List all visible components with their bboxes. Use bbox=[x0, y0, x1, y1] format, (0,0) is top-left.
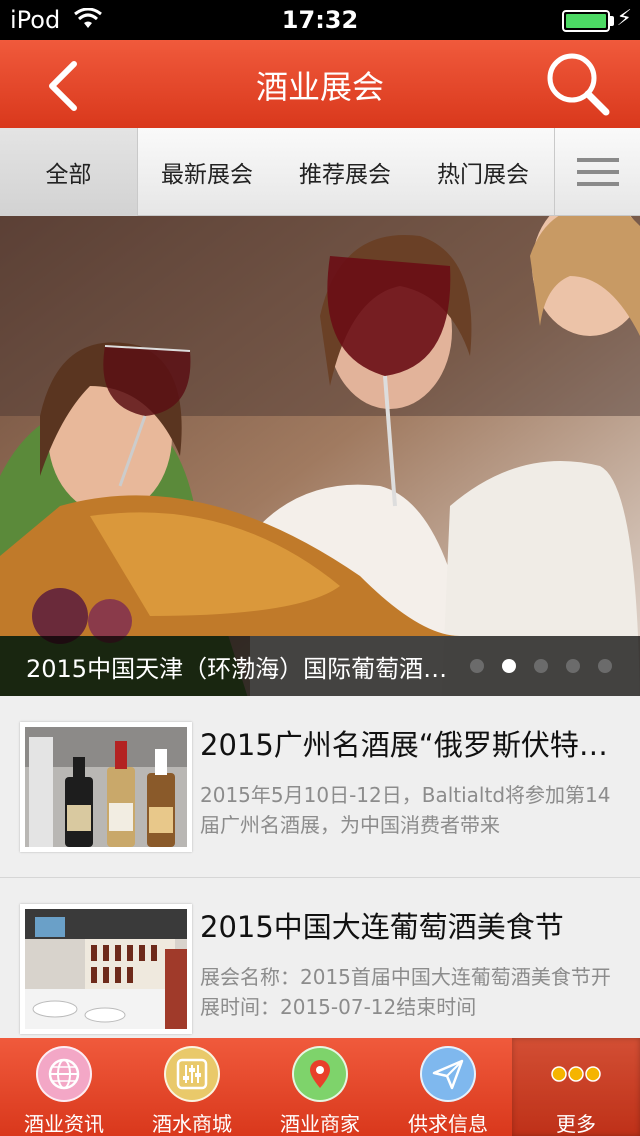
item-description: 展会名称：2015首届中国大连葡萄酒美食节开展时间：2015-07-12结束时间 bbox=[200, 965, 611, 1019]
tabbar-supply[interactable]: 供求信息 bbox=[384, 1038, 512, 1136]
charging-icon: ⚡ bbox=[616, 6, 632, 31]
carousel-dot[interactable] bbox=[598, 659, 612, 673]
tab-hot[interactable]: 热门展会 bbox=[414, 128, 552, 216]
item-title: 2015广州名酒展“俄罗斯伏特加” bbox=[200, 728, 620, 762]
exhibition-hall-icon bbox=[25, 909, 187, 1029]
sliders-icon bbox=[164, 1046, 220, 1102]
tabbar-label: 更多 bbox=[556, 1112, 596, 1136]
tabbar-label: 供求信息 bbox=[408, 1112, 488, 1136]
status-bar: iPod 17:32 ⚡ bbox=[0, 0, 640, 40]
banner-caption[interactable]: 2015中国天津（环渤海）国际葡萄酒博览会 bbox=[26, 649, 456, 684]
tabbar-merchants[interactable]: 酒业商家 bbox=[256, 1038, 384, 1136]
item-thumbnail bbox=[20, 722, 192, 852]
banner-caption-bar: 2015中国天津（环渤海）国际葡萄酒博览会 bbox=[0, 636, 640, 696]
tabbar-shop[interactable]: 酒水商城 bbox=[128, 1038, 256, 1136]
item-title: 2015中国大连葡萄酒美食节 bbox=[200, 910, 564, 944]
tab-all[interactable]: 全部 bbox=[0, 128, 138, 216]
tabbar-label: 酒业商家 bbox=[280, 1112, 360, 1136]
battery-icon bbox=[562, 10, 610, 32]
carousel-dot[interactable] bbox=[470, 659, 484, 673]
banner-carousel[interactable]: 2015中国天津（环渤海）国际葡萄酒博览会 bbox=[0, 216, 640, 696]
tabbar-more[interactable]: 更多 bbox=[512, 1038, 640, 1136]
bottom-tab-bar: 酒业资讯 酒水商城 酒业商家 供求信息 更多 bbox=[0, 1038, 640, 1136]
tabbar-label: 酒业资讯 bbox=[24, 1112, 104, 1136]
list-item[interactable]: 2015广州名酒展“俄罗斯伏特加” 2015年5月10日-12日，Baltial… bbox=[0, 696, 640, 878]
more-dots-icon bbox=[548, 1046, 604, 1102]
item-description: 2015年5月10日-12日，Baltialtd将参加第14届广州名酒展，为中国… bbox=[200, 783, 611, 837]
tabbar-label: 酒水商城 bbox=[152, 1112, 232, 1136]
item-thumbnail bbox=[20, 904, 192, 1034]
carousel-dot[interactable] bbox=[534, 659, 548, 673]
carousel-dot[interactable] bbox=[566, 659, 580, 673]
list-item[interactable]: 2015中国大连葡萄酒美食节 展会名称：2015首届中国大连葡萄酒美食节开展时间… bbox=[0, 878, 640, 1038]
banner-image bbox=[0, 216, 640, 696]
map-pin-icon bbox=[292, 1046, 348, 1102]
bottles-icon bbox=[25, 727, 187, 847]
tab-recommended[interactable]: 推荐展会 bbox=[276, 128, 414, 216]
globe-icon bbox=[36, 1046, 92, 1102]
nav-bar: 酒业展会 bbox=[0, 40, 640, 128]
carousel-dots bbox=[470, 659, 612, 673]
tab-latest[interactable]: 最新展会 bbox=[138, 128, 276, 216]
category-tabs: 全部 最新展会 推荐展会 热门展会 bbox=[0, 128, 640, 216]
paper-plane-icon bbox=[420, 1046, 476, 1102]
tabbar-news[interactable]: 酒业资讯 bbox=[0, 1038, 128, 1136]
search-icon[interactable] bbox=[542, 48, 614, 120]
status-time: 17:32 bbox=[281, 6, 359, 34]
exhibition-list: 2015广州名酒展“俄罗斯伏特加” 2015年5月10日-12日，Baltial… bbox=[0, 696, 640, 1038]
menu-icon[interactable] bbox=[554, 128, 640, 216]
carousel-dot-active[interactable] bbox=[502, 659, 516, 673]
